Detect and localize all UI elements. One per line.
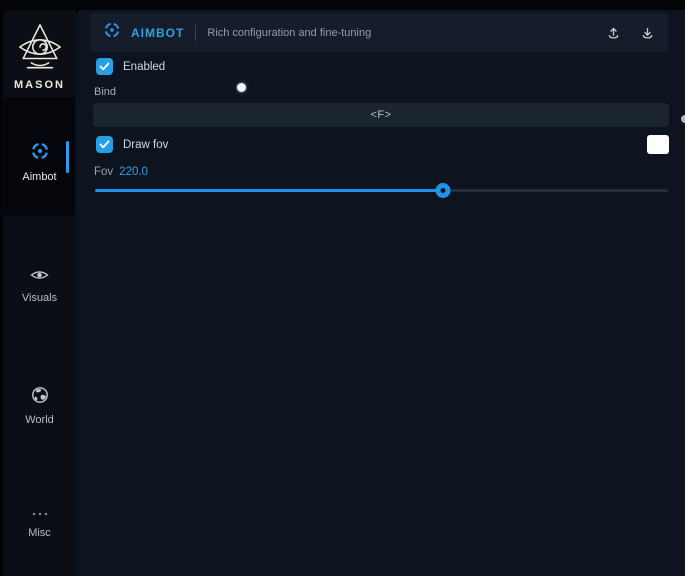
sidebar-item-label: Misc bbox=[3, 527, 76, 539]
bind-key-button[interactable]: <F> bbox=[93, 103, 669, 127]
sidebar-item-label: Aimbot bbox=[3, 171, 76, 183]
secondary-cursor-dot bbox=[681, 115, 685, 123]
fov-slider-fill bbox=[95, 189, 443, 192]
checkmark-icon bbox=[99, 62, 110, 71]
export-config-button[interactable] bbox=[606, 25, 621, 41]
header-divider bbox=[195, 25, 196, 41]
fov-color-swatch[interactable] bbox=[647, 135, 669, 154]
crosshair-icon bbox=[30, 148, 50, 165]
draw-fov-label: Draw fov bbox=[123, 139, 168, 151]
sidebar: MASON Aimbot Visuals bbox=[3, 10, 76, 576]
sidebar-item-visuals[interactable]: Visuals bbox=[3, 268, 76, 304]
slider-handle-center bbox=[440, 188, 445, 193]
enabled-label: Enabled bbox=[123, 61, 165, 73]
brand-logo: MASON bbox=[3, 22, 76, 91]
fov-label: Fov bbox=[94, 166, 113, 178]
fov-slider[interactable] bbox=[95, 182, 668, 199]
eye-pyramid-logo-icon bbox=[16, 59, 64, 76]
checkmark-icon bbox=[99, 140, 110, 149]
upload-icon bbox=[606, 25, 621, 41]
page-header: AIMBOT Rich configuration and fine-tunin… bbox=[90, 13, 668, 52]
globe-icon bbox=[31, 391, 49, 408]
eye-icon bbox=[30, 269, 49, 286]
brand-name: MASON bbox=[3, 79, 76, 91]
enabled-checkbox-row[interactable]: Enabled bbox=[96, 58, 165, 75]
import-config-button[interactable] bbox=[640, 25, 655, 41]
sidebar-item-misc[interactable]: Misc bbox=[3, 504, 76, 539]
download-icon bbox=[640, 25, 655, 41]
mouse-cursor-dot bbox=[237, 83, 246, 92]
ellipsis-icon bbox=[31, 504, 49, 521]
draw-fov-checkbox[interactable] bbox=[96, 136, 113, 153]
app-window: MASON Aimbot Visuals bbox=[0, 0, 685, 576]
sidebar-item-label: Visuals bbox=[3, 292, 76, 304]
sidebar-item-label: World bbox=[3, 414, 76, 426]
bind-key-value: <F> bbox=[370, 109, 391, 121]
page-title: AIMBOT bbox=[131, 26, 184, 40]
main-panel: AIMBOT Rich configuration and fine-tunin… bbox=[76, 10, 685, 576]
page-subtitle: Rich configuration and fine-tuning bbox=[207, 27, 371, 39]
fov-slider-handle[interactable] bbox=[435, 183, 450, 198]
fov-value: 220.0 bbox=[119, 166, 148, 178]
sidebar-item-world[interactable]: World bbox=[3, 386, 76, 426]
enabled-checkbox[interactable] bbox=[96, 58, 113, 75]
fov-label-row: Fov 220.0 bbox=[94, 166, 148, 178]
crosshair-icon bbox=[103, 21, 121, 44]
draw-fov-checkbox-row[interactable]: Draw fov bbox=[96, 136, 168, 153]
sidebar-item-aimbot[interactable]: Aimbot bbox=[3, 141, 76, 183]
bind-label: Bind bbox=[94, 86, 116, 98]
